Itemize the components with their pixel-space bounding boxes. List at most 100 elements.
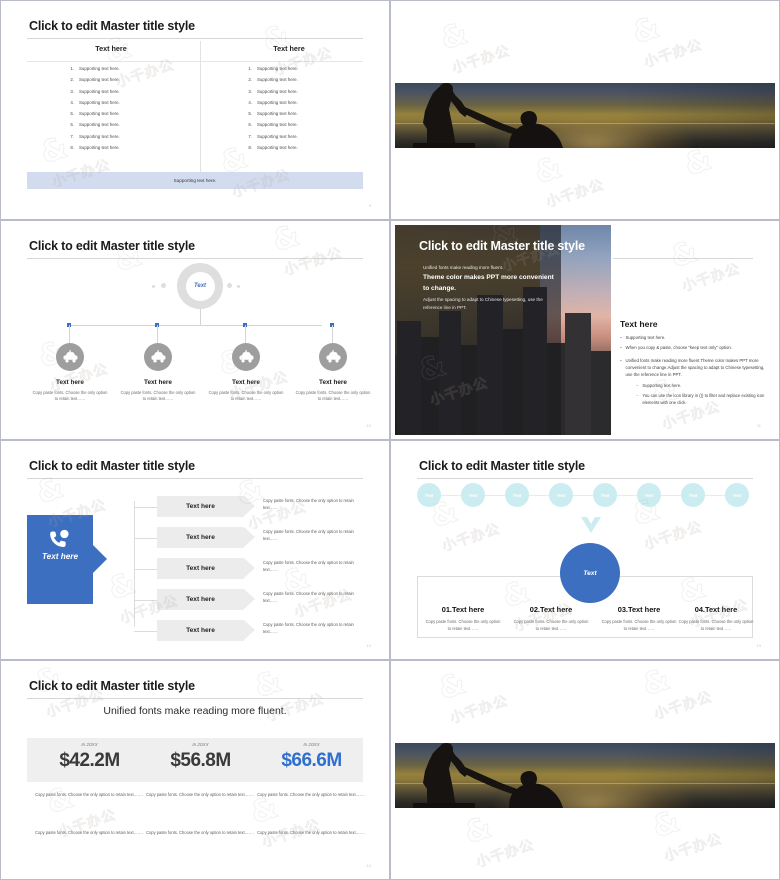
car-icon	[319, 343, 347, 371]
column-desc: Copy paste fonts. Choose the only option…	[513, 619, 589, 631]
title-rule	[27, 38, 363, 39]
kpi-note: Copy paste fonts. Choose the only option…	[35, 792, 143, 797]
kpi-note: Copy paste fonts. Choose the only option…	[146, 792, 254, 797]
bubble-row: Text Text Text Text Text Text Text Text	[417, 483, 753, 507]
photo-scrim	[395, 225, 561, 435]
hub-label: Text	[185, 271, 215, 301]
chevron-desc: Copy paste fonts. Choose the only option…	[263, 560, 354, 572]
hub-node[interactable]: Text	[177, 263, 223, 309]
silhouette-hikers	[405, 83, 585, 148]
decor-dot	[152, 284, 155, 288]
column-title: 04.Text here	[694, 605, 738, 614]
bubble-step[interactable]: Text	[505, 483, 529, 507]
list-item: 6. Supporting text here.	[248, 122, 298, 128]
column-header-left: Text here	[95, 44, 127, 53]
chart-node[interactable]: Text here Copy paste fonts. Choose the o…	[202, 343, 290, 403]
column-desc: Copy paste fonts. Choose the only option…	[601, 619, 677, 631]
hub-ring: Text	[177, 263, 223, 309]
car-icon	[144, 343, 172, 371]
node-label: Text here	[319, 379, 347, 386]
center-circle[interactable]: Text	[560, 543, 620, 603]
column-desc: Copy paste fonts. Choose the only option…	[425, 619, 501, 631]
chevron-desc: Copy paste fonts. Choose the only option…	[263, 529, 354, 541]
list-item: 5. Supporting text here.	[70, 111, 120, 117]
connector-tick	[134, 507, 158, 508]
slide-thumbnail-kpi-numbers[interactable]: Click to edit Master title style Unified…	[0, 660, 390, 880]
chevron-desc: Copy paste fonts. Choose the only option…	[263, 498, 354, 510]
chevron-down-icon	[581, 517, 601, 538]
chevron-label: Text here	[157, 620, 244, 641]
page-title: Click to edit Master title style	[29, 679, 195, 693]
chevron-label: Text here	[157, 589, 244, 610]
bullet-item: ▪ When you copy & paste, choose "keep tex…	[620, 345, 733, 351]
chevron-label: Text here	[157, 496, 244, 517]
silhouette-hikers	[405, 743, 585, 808]
bullet-item: – You can use the icon library in ()) to …	[636, 392, 765, 405]
slide-thumbnail-section-header-03[interactable]: /03 Section Header Here Supporting text …	[390, 660, 780, 880]
node-label: Text here	[232, 379, 260, 386]
list-column-right: 1. Supporting text here. 2. Supporting tex…	[245, 66, 365, 157]
page-number: 12	[366, 643, 371, 648]
connector-branch	[244, 325, 246, 343]
chevron-tip	[244, 558, 255, 578]
overlay-line-2: Theme color makes PPT more convenient to…	[423, 274, 554, 292]
connector-branch	[156, 325, 158, 343]
slide-thumbnail-grid: Click to edit Master title style Text he…	[0, 0, 780, 880]
phone-call-icon	[48, 529, 70, 554]
bubble-step[interactable]: Text	[461, 483, 485, 507]
kpi-value: $56.8M	[170, 750, 231, 771]
overlay-line-1: Unified fonts make reading more fluent.	[423, 265, 504, 270]
page-title: Click to edit Master title style	[29, 239, 195, 253]
right-title: Text here	[620, 319, 658, 329]
page-title: Click to edit Master title style	[29, 459, 195, 473]
connector-tick	[134, 631, 158, 632]
hero-arrow	[93, 545, 107, 573]
section-photo-band: /03 Section Header Here Supporting text …	[395, 743, 775, 808]
summary-column[interactable]: 03.Text here Copy paste fonts. Choose th…	[596, 605, 682, 632]
connector-tick	[134, 569, 158, 570]
summary-column[interactable]: 02.Text here Copy paste fonts. Choose th…	[508, 605, 594, 632]
list-item: 1. Supporting text here.	[248, 66, 298, 71]
kpi-cell: In 20XX $66.6M	[254, 738, 369, 772]
footer-band: Supporting text here.	[27, 172, 363, 189]
title-rule	[27, 698, 363, 699]
kpi-year: In 20XX	[81, 742, 98, 747]
title-rule	[417, 478, 753, 479]
list-item: 7. Supporting text here.	[70, 133, 120, 139]
list-item: 8. Supporting text here.	[70, 145, 120, 151]
car-icon	[56, 343, 84, 371]
bubble-step[interactable]: Text	[681, 483, 705, 507]
chart-node[interactable]: Text here Copy paste fonts. Choose the o…	[114, 343, 202, 403]
slide-thumbnail-photo-bullets[interactable]: Click to edit Master title style Unified…	[390, 220, 780, 440]
column-header-right: Text here	[273, 44, 305, 53]
connector-stem	[199, 309, 201, 325]
chart-node[interactable]: Text here Copy paste fonts. Choose the o…	[26, 343, 114, 403]
list-item: 4. Supporting text here.	[248, 99, 298, 105]
bubble-step[interactable]: Text	[417, 483, 441, 507]
column-title: 03.Text here	[617, 605, 661, 614]
chart-node[interactable]: Text here Copy paste fonts. Choose the o…	[289, 343, 377, 403]
bubble-step[interactable]: Text	[549, 483, 573, 507]
summary-column[interactable]: 04.Text here Copy paste fonts. Choose th…	[673, 605, 759, 632]
column-desc: Copy paste fonts. Choose the only option…	[678, 619, 754, 631]
page-number: 11	[756, 423, 761, 428]
slide-thumbnail-bubbles-funnel[interactable]: Click to edit Master title style Text Te…	[390, 440, 780, 660]
list-item: 6. Supporting text here.	[70, 122, 120, 128]
chevron-tip	[244, 620, 255, 640]
connector-branch	[68, 325, 70, 343]
column-title: 02.Text here	[529, 605, 573, 614]
car-icon	[232, 343, 260, 371]
list-item: 4. Supporting text here.	[70, 99, 120, 105]
slide-thumbnail-arrow-chevrons[interactable]: Click to edit Master title style Text he…	[0, 440, 390, 660]
bubble-step[interactable]: Text	[637, 483, 661, 507]
bubble-step[interactable]: Text	[593, 483, 617, 507]
summary-column[interactable]: 01.Text here Copy paste fonts. Choose th…	[420, 605, 506, 632]
kpi-year: In 20XX	[192, 742, 209, 747]
bubble-step[interactable]: Text	[725, 483, 749, 507]
slide-thumbnail-two-column-list[interactable]: Click to edit Master title style Text he…	[0, 0, 390, 220]
kpi-note: Copy paste fonts. Choose the only option…	[257, 792, 365, 797]
column-divider	[200, 41, 201, 183]
lead-statement: Unified fonts make reading more fluent.	[103, 705, 287, 717]
slide-thumbnail-section-header-02[interactable]: /02 Section Header Here Supporting text …	[390, 0, 780, 220]
slide-thumbnail-org-chart[interactable]: Click to edit Master title style Text Te…	[0, 220, 390, 440]
